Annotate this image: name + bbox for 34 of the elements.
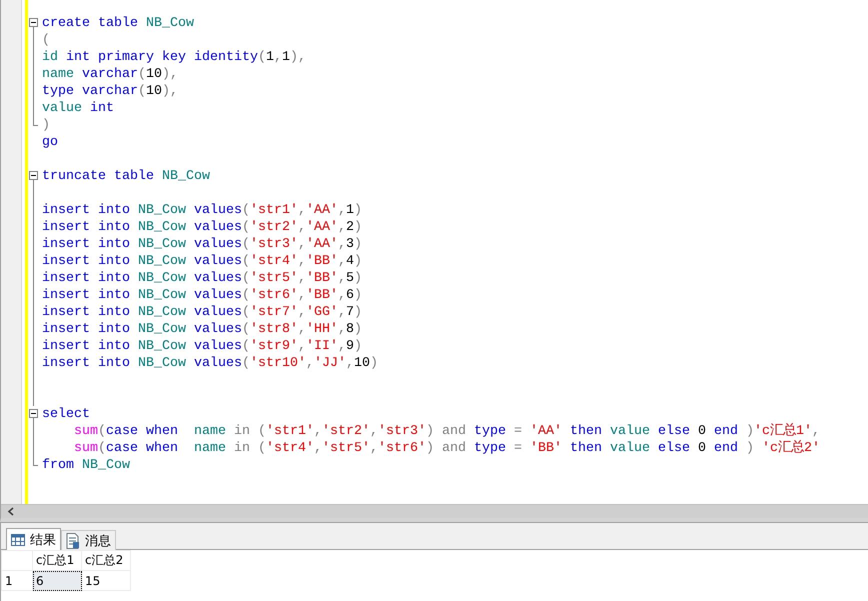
code-line: insert into NB_Cow values('str8','HH',8) <box>41 321 362 338</box>
code-line: insert into NB_Cow values('str9','II',9) <box>41 338 362 355</box>
code-line: type varchar(10), <box>41 83 178 100</box>
code-line: create table NB_Cow <box>41 15 194 32</box>
code-line: insert into NB_Cow values('str5','BB',5) <box>41 270 362 287</box>
code-line: truncate table NB_Cow <box>41 168 210 185</box>
results-tab[interactable]: 结果 <box>6 528 61 550</box>
code-line: insert into NB_Cow values('str2','AA',2) <box>41 219 362 236</box>
document-icon <box>66 532 80 548</box>
code-line: id int primary key identity(1,1), <box>41 49 306 66</box>
results-tab[interactable]: 消息 <box>61 530 116 550</box>
grid-icon <box>11 534 25 546</box>
code-line: from NB_Cow <box>41 457 130 474</box>
code-line: name varchar(10), <box>41 66 178 83</box>
code-line: select <box>41 406 90 423</box>
code-line: value int <box>41 100 114 117</box>
collapse-icon[interactable] <box>29 18 38 27</box>
code-line: go <box>41 134 58 151</box>
code-line: sum(case when name in ('str1','str2','str3') and type = 'AA' then value else 0 end )'c汇总1', <box>72 423 820 440</box>
code-line: sum(case when name in ('str4','str5','str6') and type = 'BB' then value else 0 end ) 'c汇总2' <box>72 440 820 457</box>
horizontal-scrollbar[interactable] <box>1 504 868 518</box>
code-line: ) <box>41 117 50 134</box>
code-line: insert into NB_Cow values('str4','BB',4) <box>41 253 362 270</box>
code-line: insert into NB_Cow values('str6','BB',6) <box>41 287 362 304</box>
code-line: insert into NB_Cow values('str7','GG',7) <box>41 304 362 321</box>
table-cell[interactable]: 15 <box>82 570 130 590</box>
code-line: ( <box>41 32 50 49</box>
collapse-icon[interactable] <box>29 171 38 180</box>
code-line: insert into NB_Cow values('str3','AA',3) <box>41 236 362 253</box>
code-line: insert into NB_Cow values('str10','JJ',10) <box>41 355 378 372</box>
column-header: c汇总2 <box>82 550 130 570</box>
table-cell[interactable]: 6 <box>32 570 82 590</box>
collapse-icon[interactable] <box>29 409 38 418</box>
code-line: insert into NB_Cow values('str1','AA',1) <box>41 202 362 219</box>
